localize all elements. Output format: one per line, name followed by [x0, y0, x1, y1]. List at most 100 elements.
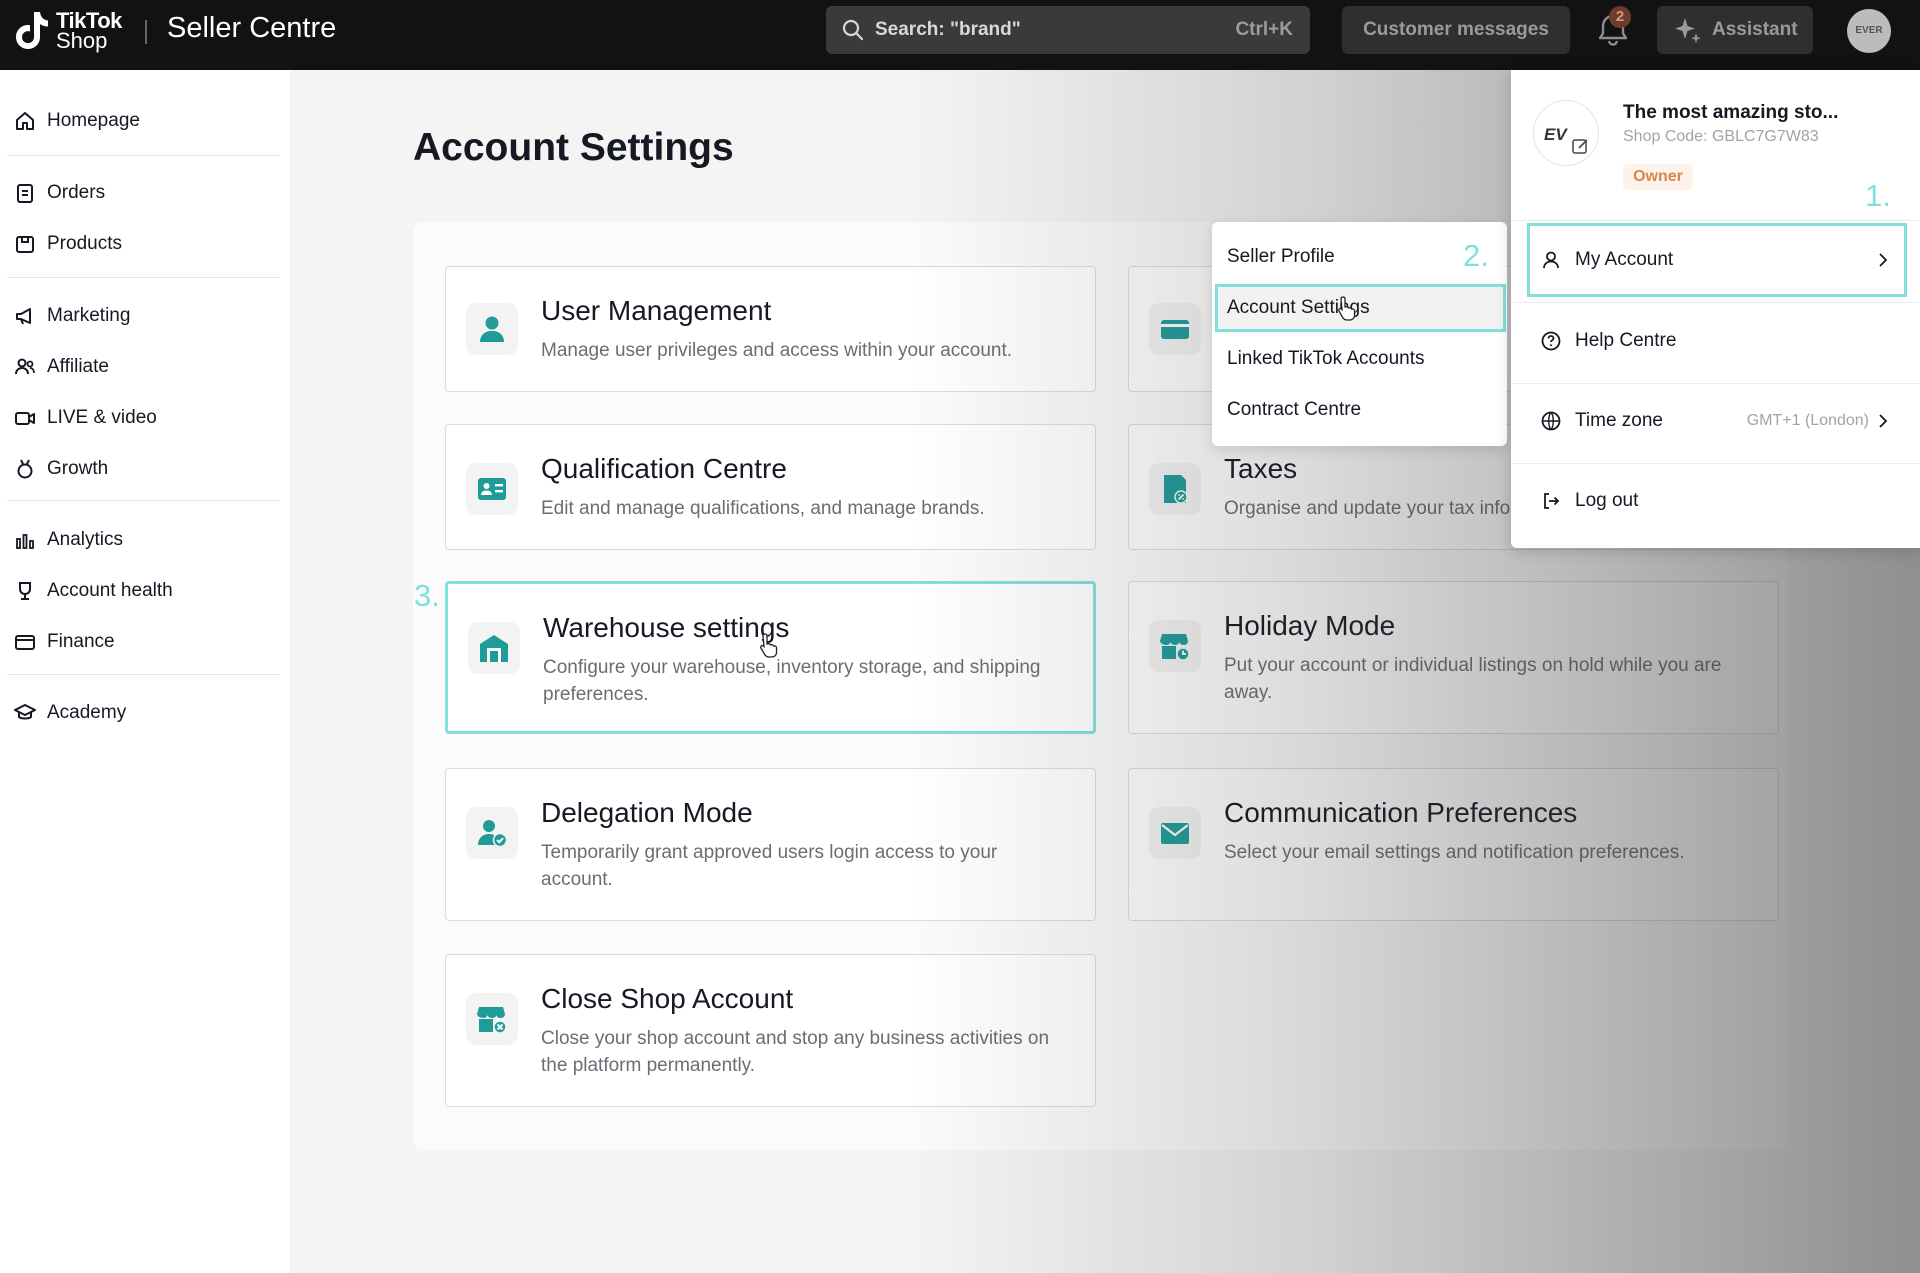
card-icon-bg [466, 303, 518, 355]
tiktok-logo-icon [16, 12, 48, 49]
card-icon-bg [1149, 463, 1201, 515]
assistant-button[interactable]: Assistant [1657, 6, 1813, 54]
menu-item-label: My Account [1575, 249, 1674, 270]
edit-icon [1572, 139, 1588, 154]
card-close-shop-account[interactable]: Close Shop Account Close your shop accou… [445, 954, 1096, 1107]
role-badge: Owner [1623, 164, 1693, 190]
top-bar: TikTok Shop Seller Centre Search: "brand… [0, 0, 1920, 70]
sidebar-item-label: Marketing [47, 305, 131, 326]
card-title: Qualification Centre [541, 453, 787, 484]
card-qualification-centre[interactable]: Qualification Centre Edit and manage qua… [445, 424, 1096, 550]
sidebar-item-label: Affiliate [47, 356, 109, 377]
submenu-item-linked-tiktok-accounts[interactable]: Linked TikTok Accounts [1227, 348, 1425, 370]
sidebar-divider [7, 277, 280, 278]
sidebar-item-label: Homepage [47, 110, 140, 131]
sidebar-item-marketing[interactable]: Marketing [14, 295, 284, 335]
sidebar-item-orders[interactable]: Orders [14, 172, 284, 212]
dropdown-divider [1511, 383, 1920, 384]
customer-messages-button[interactable]: Customer messages [1342, 6, 1570, 54]
sidebar-item-finance[interactable]: Finance [14, 621, 284, 661]
submenu-item-seller-profile[interactable]: Seller Profile [1227, 246, 1335, 268]
card-title: Close Shop Account [541, 983, 794, 1014]
products-icon [16, 236, 34, 253]
tiktok-shop-logo[interactable]: TikTok Shop [14, 8, 126, 62]
user-check-icon [478, 820, 508, 848]
sidebar-divider [7, 674, 280, 675]
home-icon [16, 112, 34, 130]
menu-item-time-zone[interactable]: Time zone GMT+1 (London) [1511, 391, 1920, 451]
globe-clock-icon [1541, 411, 1561, 431]
orders-icon [17, 184, 33, 203]
log-out-icon [1544, 493, 1560, 509]
sidebar-item-label: Finance [47, 631, 115, 652]
holiday-shop-icon [1160, 634, 1190, 661]
sidebar-item-label: LIVE & video [47, 407, 157, 428]
search-input[interactable]: Search: "brand" Ctrl+K [826, 6, 1310, 54]
card-title: Communication Preferences [1224, 797, 1578, 828]
card-delegation-mode[interactable]: Delegation Mode Temporarily grant approv… [445, 768, 1096, 921]
assistant-label: Assistant [1712, 19, 1798, 40]
live-video-icon [15, 412, 35, 425]
card-description: Manage user privileges and access within… [541, 340, 1013, 361]
card-icon-bg [466, 993, 518, 1045]
trophy-icon [19, 582, 31, 600]
card-description: Put your account or individual listings … [1224, 655, 1722, 703]
submenu-item-contract-centre[interactable]: Contract Centre [1227, 399, 1361, 421]
hand-cursor-icon [1338, 296, 1356, 321]
megaphone-icon [16, 308, 31, 325]
menu-item-help-centre[interactable]: Help Centre [1511, 311, 1920, 371]
sidebar-item-account-health[interactable]: Account health [14, 570, 284, 610]
page-title: Account Settings [413, 126, 734, 169]
sidebar-item-live-video[interactable]: LIVE & video [14, 397, 284, 437]
sidebar-item-homepage[interactable]: Homepage [14, 100, 284, 140]
close-shop-icon [477, 1007, 507, 1034]
sidebar-item-growth[interactable]: Growth [14, 448, 284, 488]
step-annotation-1: 1. [1865, 178, 1891, 213]
card-communication-preferences[interactable]: Communication Preferences Select your em… [1128, 768, 1779, 921]
sidebar-item-affiliate[interactable]: Affiliate [14, 346, 284, 386]
payment-card-icon [1161, 320, 1189, 339]
hand-cursor-icon [760, 633, 778, 658]
account-dropdown: EV The most amazing sto... Shop Code: GB… [1511, 70, 1920, 548]
step-annotation-2: 2. [1463, 238, 1489, 273]
card-title: Taxes [1224, 453, 1298, 484]
card-description: Edit and manage qualifications, and mana… [541, 498, 985, 519]
card-icon-bg [1149, 620, 1201, 672]
time-zone-value: GMT+1 (London) [1746, 412, 1869, 429]
shop-code: Shop Code: GBLC7G7W83 [1623, 128, 1819, 145]
dropdown-divider [1511, 302, 1920, 303]
sidebar-item-analytics[interactable]: Analytics [14, 519, 284, 559]
menu-item-my-account[interactable]: My Account [1511, 230, 1920, 290]
sidebar-item-academy[interactable]: Academy [14, 692, 284, 732]
growth-medal-icon [17, 459, 33, 479]
warehouse-icon [480, 635, 508, 662]
chevron-right-icon [1879, 253, 1888, 267]
card-icon-bg [1149, 303, 1201, 355]
sparkle-icon [1675, 18, 1701, 44]
menu-item-log-out[interactable]: Log out [1511, 471, 1920, 531]
envelope-icon [1161, 823, 1189, 844]
sidebar: Homepage Orders Products Marketing Affil… [0, 70, 290, 1273]
shop-logo[interactable]: EV [1533, 100, 1599, 166]
chevron-right-icon [1879, 414, 1888, 428]
search-placeholder: Search: "brand" [875, 19, 1021, 40]
sidebar-item-label: Academy [47, 702, 127, 723]
card-user-management[interactable]: User Management Manage user privileges a… [445, 266, 1096, 392]
search-shortcut: Ctrl+K [1235, 19, 1293, 40]
card-holiday-mode[interactable]: Holiday Mode Put your account or individ… [1128, 581, 1779, 734]
user-icon [480, 316, 504, 342]
avatar[interactable]: EVER [1847, 9, 1891, 53]
card-title: User Management [541, 295, 772, 326]
card-title: Delegation Mode [541, 797, 753, 828]
card-description: Temporarily grant approved users login a… [541, 842, 998, 890]
sidebar-item-products[interactable]: Products [14, 223, 284, 263]
sidebar-item-label: Orders [47, 182, 106, 203]
help-circle-icon [1541, 331, 1561, 351]
academy-cap-icon [14, 704, 36, 720]
menu-item-label: Time zone [1575, 410, 1663, 431]
affiliate-icon [15, 358, 35, 375]
sidebar-item-label: Growth [47, 458, 109, 479]
app-title[interactable]: Seller Centre [167, 12, 336, 45]
card-description: Close your shop account and stop any bus… [541, 1028, 1050, 1076]
logo-text: TikTok Shop [56, 10, 122, 52]
